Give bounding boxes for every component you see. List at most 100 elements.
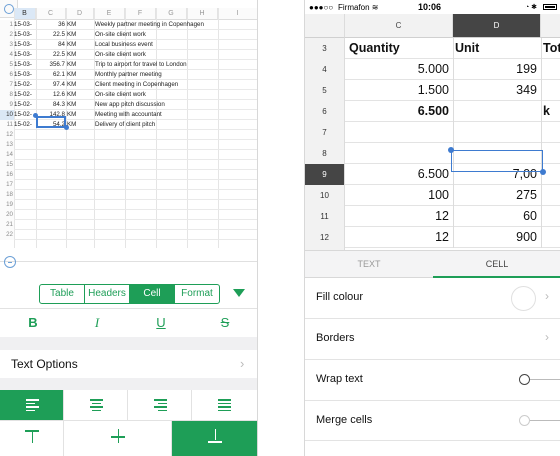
table-row[interactable]: 19 — [0, 200, 257, 210]
wrap-text-toggle[interactable] — [519, 374, 560, 386]
row-number: 20 — [0, 210, 14, 220]
column-header[interactable]: H — [187, 8, 218, 20]
row-number[interactable]: 4 — [305, 59, 345, 80]
strikethrough-button[interactable]: S — [213, 314, 237, 332]
row-number: 21 — [0, 220, 14, 230]
unit-cell: KM — [67, 81, 77, 88]
colour-swatch[interactable] — [511, 286, 536, 311]
table-row[interactable]: 8 15-02- 12.6 KM On-site client work — [0, 90, 257, 100]
row-number[interactable]: 12 — [305, 227, 345, 248]
table-row[interactable]: 9 15-02- 84.3 KM New app pitch discussion — [0, 100, 257, 110]
row-number[interactable]: 8 — [305, 143, 345, 164]
table-row[interactable]: 16 — [0, 170, 257, 180]
date-cell — [14, 130, 36, 140]
cell-d — [453, 101, 539, 122]
selection-handle[interactable] — [64, 125, 69, 130]
merge-cells-row: Merge cells — [305, 401, 560, 441]
distance-cell — [36, 150, 65, 160]
selection-handle[interactable] — [540, 169, 546, 175]
row-number[interactable]: 3 — [305, 38, 345, 59]
table-row[interactable]: 4 5.000 199 — [305, 59, 560, 80]
table-row[interactable]: 3 15-03- 84 KM Local business event — [0, 40, 257, 50]
italic-button[interactable]: I — [85, 314, 109, 332]
minus-circle-icon[interactable] — [4, 256, 16, 268]
valign-middle-button[interactable] — [64, 421, 172, 456]
valign-bottom-button[interactable] — [172, 421, 257, 456]
ipad-numbers-panel: B C D E F G H I 1 15-03- 36 KM Weekly partner meetin… — [0, 0, 258, 456]
align-auto-button[interactable] — [192, 390, 256, 420]
table-row[interactable]: 5 15-03- 356.7 KM Trip to airport for travel… — [0, 60, 257, 70]
fill-colour-row[interactable]: Fill colour › — [305, 278, 560, 319]
cell-d: 199 — [516, 62, 537, 76]
underline-button[interactable]: U — [149, 314, 173, 332]
row-number[interactable]: 9 — [305, 164, 345, 185]
borders-row[interactable]: Borders › — [305, 319, 560, 360]
column-header-e[interactable] — [541, 14, 560, 38]
table-row[interactable]: 18 — [0, 190, 257, 200]
column-header[interactable]: G — [156, 8, 187, 20]
table-row[interactable]: 21 — [0, 220, 257, 230]
tab-format[interactable]: Format — [175, 285, 219, 303]
align-center-button[interactable] — [64, 390, 128, 420]
row-number[interactable]: 6 — [305, 101, 345, 122]
distance-cell — [36, 170, 65, 180]
text-options-row[interactable]: Text Options › — [0, 350, 257, 378]
row-number: 3 — [0, 40, 14, 50]
tab-headers[interactable]: Headers — [85, 285, 130, 303]
row-number[interactable]: 5 — [305, 80, 345, 101]
distance-cell: 12.6 — [52, 91, 65, 98]
row-number[interactable]: 11 — [305, 206, 345, 227]
valign-top-button[interactable] — [0, 421, 64, 456]
table-row[interactable]: 6 6.500 k — [305, 101, 560, 122]
description-cell: Weekly partner meeting in Copenhagen — [95, 21, 204, 28]
row-number[interactable]: 7 — [305, 122, 345, 143]
table-row[interactable]: 15 — [0, 160, 257, 170]
table-row[interactable]: 14 — [0, 150, 257, 160]
column-header[interactable]: B — [14, 8, 36, 20]
selection-handle[interactable] — [33, 113, 38, 118]
table-row[interactable]: 7 15-02- 97.4 KM Client meeting in Copenhage… — [0, 80, 257, 90]
table-row[interactable]: 22 — [0, 230, 257, 240]
tab-table[interactable]: Table — [40, 285, 85, 303]
collapse-triangle-icon[interactable] — [233, 289, 245, 297]
selected-cell[interactable] — [36, 116, 66, 128]
column-header-d[interactable]: D — [453, 14, 541, 38]
table-row[interactable]: 2 15-03- 22.5 KM On-site client work — [0, 30, 257, 40]
distance-cell — [36, 130, 65, 140]
table-row[interactable]: 4 15-03- 22.5 KM On-site client work — [0, 50, 257, 60]
column-header[interactable]: D — [66, 8, 94, 20]
merge-cells-toggle[interactable] — [519, 415, 560, 427]
table-row[interactable]: 5 1.500 349 — [305, 80, 560, 101]
column-header[interactable]: F — [125, 8, 156, 20]
table-row[interactable]: 13 — [0, 140, 257, 150]
cell-e — [541, 80, 560, 101]
column-header[interactable]: E — [94, 8, 125, 20]
row-number[interactable]: 10 — [305, 185, 345, 206]
align-right-button[interactable] — [128, 390, 192, 420]
column-header[interactable]: C — [36, 8, 66, 20]
table-row[interactable]: 3 Quantity Unit Tot — [305, 38, 560, 59]
selection-handle[interactable] — [448, 147, 454, 153]
table-row[interactable]: 11 12 60 — [305, 206, 560, 227]
spreadsheet-grid[interactable]: B C D E F G H I 1 15-03- 36 KM Weekly partner meetin… — [0, 0, 257, 252]
tab-cell[interactable]: CELL — [433, 251, 560, 278]
column-header[interactable]: I — [218, 8, 257, 20]
tab-text[interactable]: TEXT — [305, 251, 433, 278]
tab-cell[interactable]: Cell — [130, 285, 175, 303]
table-row[interactable]: 10 100 275 — [305, 185, 560, 206]
table-row[interactable]: 20 — [0, 210, 257, 220]
column-header-c[interactable]: C — [345, 14, 453, 38]
bold-button[interactable]: B — [21, 314, 45, 332]
table-row[interactable]: 6 15-03- 62.1 KM Monthly partner meeting — [0, 70, 257, 80]
select-all-corner[interactable] — [305, 14, 345, 38]
date-cell — [14, 170, 36, 180]
table-row[interactable]: 12 12 900 — [305, 227, 560, 248]
table-row[interactable]: 17 — [0, 180, 257, 190]
table-row[interactable]: 12 — [0, 130, 257, 140]
cell-c: 1.500 — [417, 83, 449, 97]
table-row[interactable]: 1 15-03- 36 KM Weekly partner meeting in Cop… — [0, 20, 257, 30]
align-left-button[interactable] — [0, 390, 64, 420]
selected-cell[interactable] — [451, 150, 543, 172]
unit-cell: KM — [67, 31, 77, 38]
table-row[interactable]: 7 — [305, 122, 560, 143]
